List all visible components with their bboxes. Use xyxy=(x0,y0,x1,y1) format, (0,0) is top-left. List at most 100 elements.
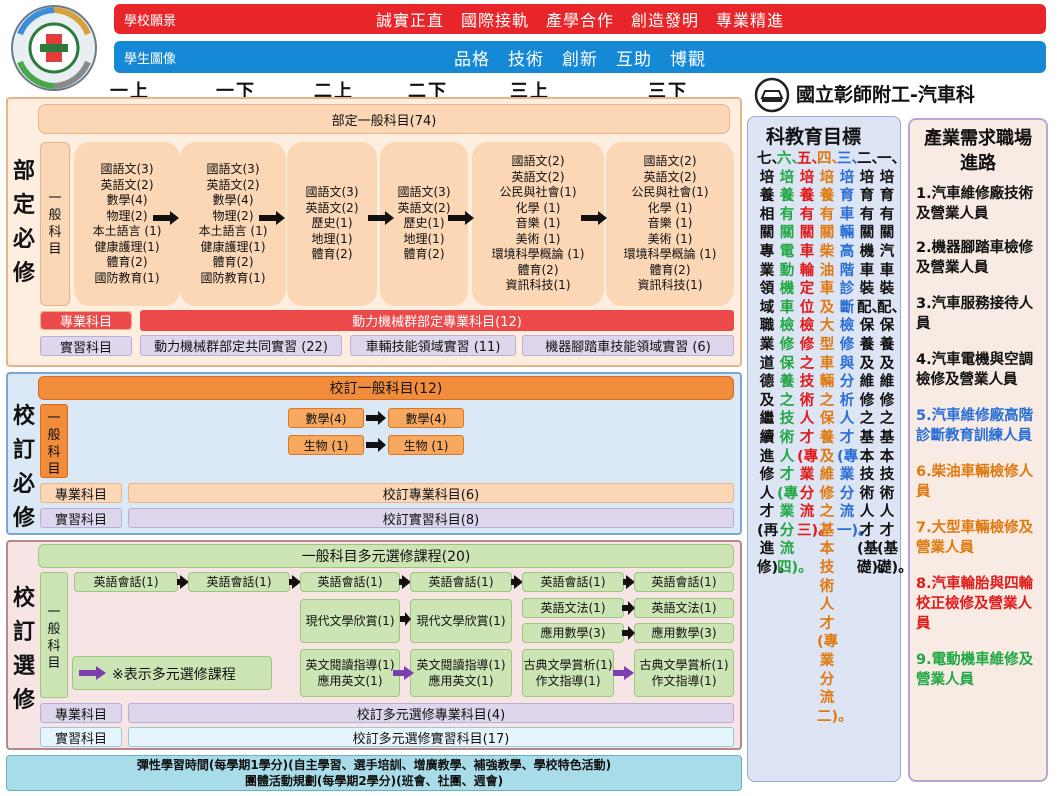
elective-prac-label: 實習科目 xyxy=(40,727,122,747)
classic-1-a: 古典文學賞析(1) xyxy=(523,658,613,672)
school-req-prac-label: 實習科目 xyxy=(40,508,122,528)
industry-item-6: 6.柴油車輛檢修人員 xyxy=(916,464,1034,500)
dept-course: 美術 (1) xyxy=(647,231,693,246)
dept-course: 資訊科技(1) xyxy=(637,278,703,293)
dept-pro-bar: 動力機械群部定專業科目(12) xyxy=(140,310,734,331)
dept-course: 健康護理(1) xyxy=(94,239,160,254)
school-req-general-bar: 校訂一般科目(12) xyxy=(38,376,734,400)
flex-line-2: 團體活動規劃(每學期2學分)(班會、社團、週會) xyxy=(244,774,504,788)
industry-item-8: 8.汽車輪胎與四輪校正檢修及營業人員 xyxy=(916,576,1034,632)
bio-2: 生物 (1) xyxy=(388,435,464,455)
industry-item-4: 4.汽車電機與空調檢修及營業人員 xyxy=(916,352,1034,388)
dept-course: 音樂 (1) xyxy=(647,216,693,231)
school-logo xyxy=(6,4,102,92)
school-req-prac-bar: 校訂實習科目(8) xyxy=(128,508,734,528)
dept-course: 環境科學概論 (1) xyxy=(623,247,717,262)
industry-title: 產業需求職場進路 xyxy=(924,128,1032,174)
dept-course: 健康護理(1) xyxy=(200,239,266,254)
dept-course: 英語文(2) xyxy=(305,200,359,215)
dept-course: 國防教育(1) xyxy=(94,270,160,285)
english-conv-2: 英語會話(1) xyxy=(188,572,290,592)
goal-item-7: 七、培養相關專業領域職業道德及繼續進修人才(再進修)。 xyxy=(757,151,793,577)
dept-course: 化學 (1) xyxy=(647,200,693,215)
arrow-icon xyxy=(448,211,474,225)
school-req-pro-label: 專業科目 xyxy=(40,483,122,503)
dept-label: 部定必修 xyxy=(12,159,35,286)
flex-line-1: 彈性學習時間(每學期1學分)(自主學習、選手培訓、增廣教學、補強教學、學校特色活… xyxy=(136,758,612,772)
dept-general-bar: 部定一般科目(74) xyxy=(38,104,730,134)
dept-prac-1: 動力機械群部定共同實習 (22) xyxy=(140,335,342,356)
goal-item-5: 五、培養有關車輪定位檢修之技術人才(專業分流三)。 xyxy=(797,151,833,539)
modern-lit-2: 現代文學欣賞(1) xyxy=(410,599,512,643)
elective-legend: ※表示多元選修課程 xyxy=(112,667,236,683)
dept-course: 國語文(3) xyxy=(305,185,359,200)
school-req-vert-label: 一般科目 xyxy=(47,411,61,477)
english-conv-5: 英語會話(1) xyxy=(522,572,624,592)
reading-2-a: 英文閱讀指導(1) xyxy=(416,658,506,672)
goal-item-2: 二、培育有關機車裝配、保養及維修之基本技術人才(基礎)。 xyxy=(857,151,893,577)
flex-learning-bar: 彈性學習時間(每學期1學分)(自主學習、選手培訓、增廣教學、補強教學、學校特色活… xyxy=(6,755,742,791)
dept-course: 化學 (1) xyxy=(515,200,561,215)
goal-item-6: 六、培養有關電動機車檢修保養之技術人才(專業分流四)。 xyxy=(777,151,813,577)
purple-arrow-icon xyxy=(79,666,106,680)
dept-course: 英語文(2) xyxy=(206,177,260,192)
dept-course: 體育(2) xyxy=(106,255,148,269)
dept-course: 體育(2) xyxy=(403,247,445,262)
elective-vert-label: 一般科目 xyxy=(47,605,61,671)
english-conv-4: 英語會話(1) xyxy=(410,572,512,592)
dept-course: 英語文(2) xyxy=(511,169,565,184)
industry-item-7: 7.大型車輛檢修及營業人員 xyxy=(916,520,1034,556)
appmath-1: 應用數學(3) xyxy=(522,623,624,643)
reading-1-a: 英文閱讀指導(1) xyxy=(305,658,395,672)
dept-course: 國防教育(1) xyxy=(200,270,266,285)
english-conv-3: 英語會話(1) xyxy=(300,572,400,592)
dept-course: 體育(2) xyxy=(212,255,254,269)
elective-label: 校訂選修 xyxy=(12,586,35,713)
reading-1: 英文閱讀指導(1) 應用英文(1) xyxy=(300,649,400,697)
reading-2-b: 應用英文(1) xyxy=(428,674,494,688)
school-req-label: 校訂必修 xyxy=(12,404,35,531)
classic-1: 古典文學賞析(1) 作文指導(1) xyxy=(522,649,614,697)
arrow-icon xyxy=(366,438,386,452)
dept-course: 體育(2) xyxy=(311,247,353,262)
school-name: 國立彰師附工-汽車科 xyxy=(796,84,975,106)
dept-course: 國語文(2) xyxy=(511,154,565,169)
dept-course: 音樂 (1) xyxy=(515,216,561,231)
arrow-icon xyxy=(259,211,285,225)
vision-banner: 學校願景 誠實正直 國際接軌 產學合作 創造發明 專業精進 xyxy=(114,4,1046,34)
dept-card-6: 國語文(2) 英語文(2) 公民與社會(1) 化學 (1) 音樂 (1) 美術 (1) 環境… xyxy=(606,142,734,306)
dept-course: 數學(4) xyxy=(212,193,254,207)
dept-course: 公民與社會(1) xyxy=(499,185,577,200)
classic-1-b: 作文指導(1) xyxy=(535,674,601,688)
goals-title: 科教育目標 xyxy=(766,126,862,148)
dept-course: 公民與社會(1) xyxy=(631,185,709,200)
dept-course: 物理(2) xyxy=(212,208,254,223)
english-conv-6: 英語會話(1) xyxy=(634,572,734,592)
dept-pro-label: 專業科目 xyxy=(41,312,131,330)
dept-course: 英語文(2) xyxy=(643,169,697,184)
elective-general-bar: 一般科目多元選修課程(20) xyxy=(38,544,734,568)
dept-course: 美術 (1) xyxy=(515,231,561,246)
dept-course: 地理(1) xyxy=(311,231,353,246)
dept-course: 物理(2) xyxy=(106,208,148,223)
dept-course: 地理(1) xyxy=(403,231,445,246)
vision-text: 誠實正直 國際接軌 產學合作 創造發明 專業精進 xyxy=(375,11,784,30)
elective-prac-bar: 校訂多元選修實習科目(17) xyxy=(128,727,734,747)
math-1: 數學(4) xyxy=(288,408,364,428)
dept-prac-3: 機器腳踏車技能領域實習 (6) xyxy=(522,335,734,356)
arrow-icon xyxy=(581,211,607,225)
dept-course: 英語文(2) xyxy=(397,200,451,215)
reading-1-b: 應用英文(1) xyxy=(317,674,383,688)
dept-course: 國語文(3) xyxy=(206,162,260,176)
english-conv-1: 英語會話(1) xyxy=(74,572,178,592)
arrow-icon xyxy=(368,211,394,225)
goal-item-1: 一、培育有關汽車裝配、保養及維修之基本技術人才(基礎)。 xyxy=(877,151,913,577)
reading-2: 英文閱讀指導(1) 應用英文(1) xyxy=(410,649,512,697)
modern-lit-1: 現代文學欣賞(1) xyxy=(300,599,400,643)
elective-pro-bar: 校訂多元選修專業科目(4) xyxy=(128,703,734,723)
math-2: 數學(4) xyxy=(388,408,464,428)
dept-course: 數學(4) xyxy=(106,193,148,207)
dept-prac-label: 實習科目 xyxy=(40,336,132,356)
grammar-1: 英語文法(1) xyxy=(522,598,624,618)
appmath-2: 應用數學(3) xyxy=(634,623,734,643)
